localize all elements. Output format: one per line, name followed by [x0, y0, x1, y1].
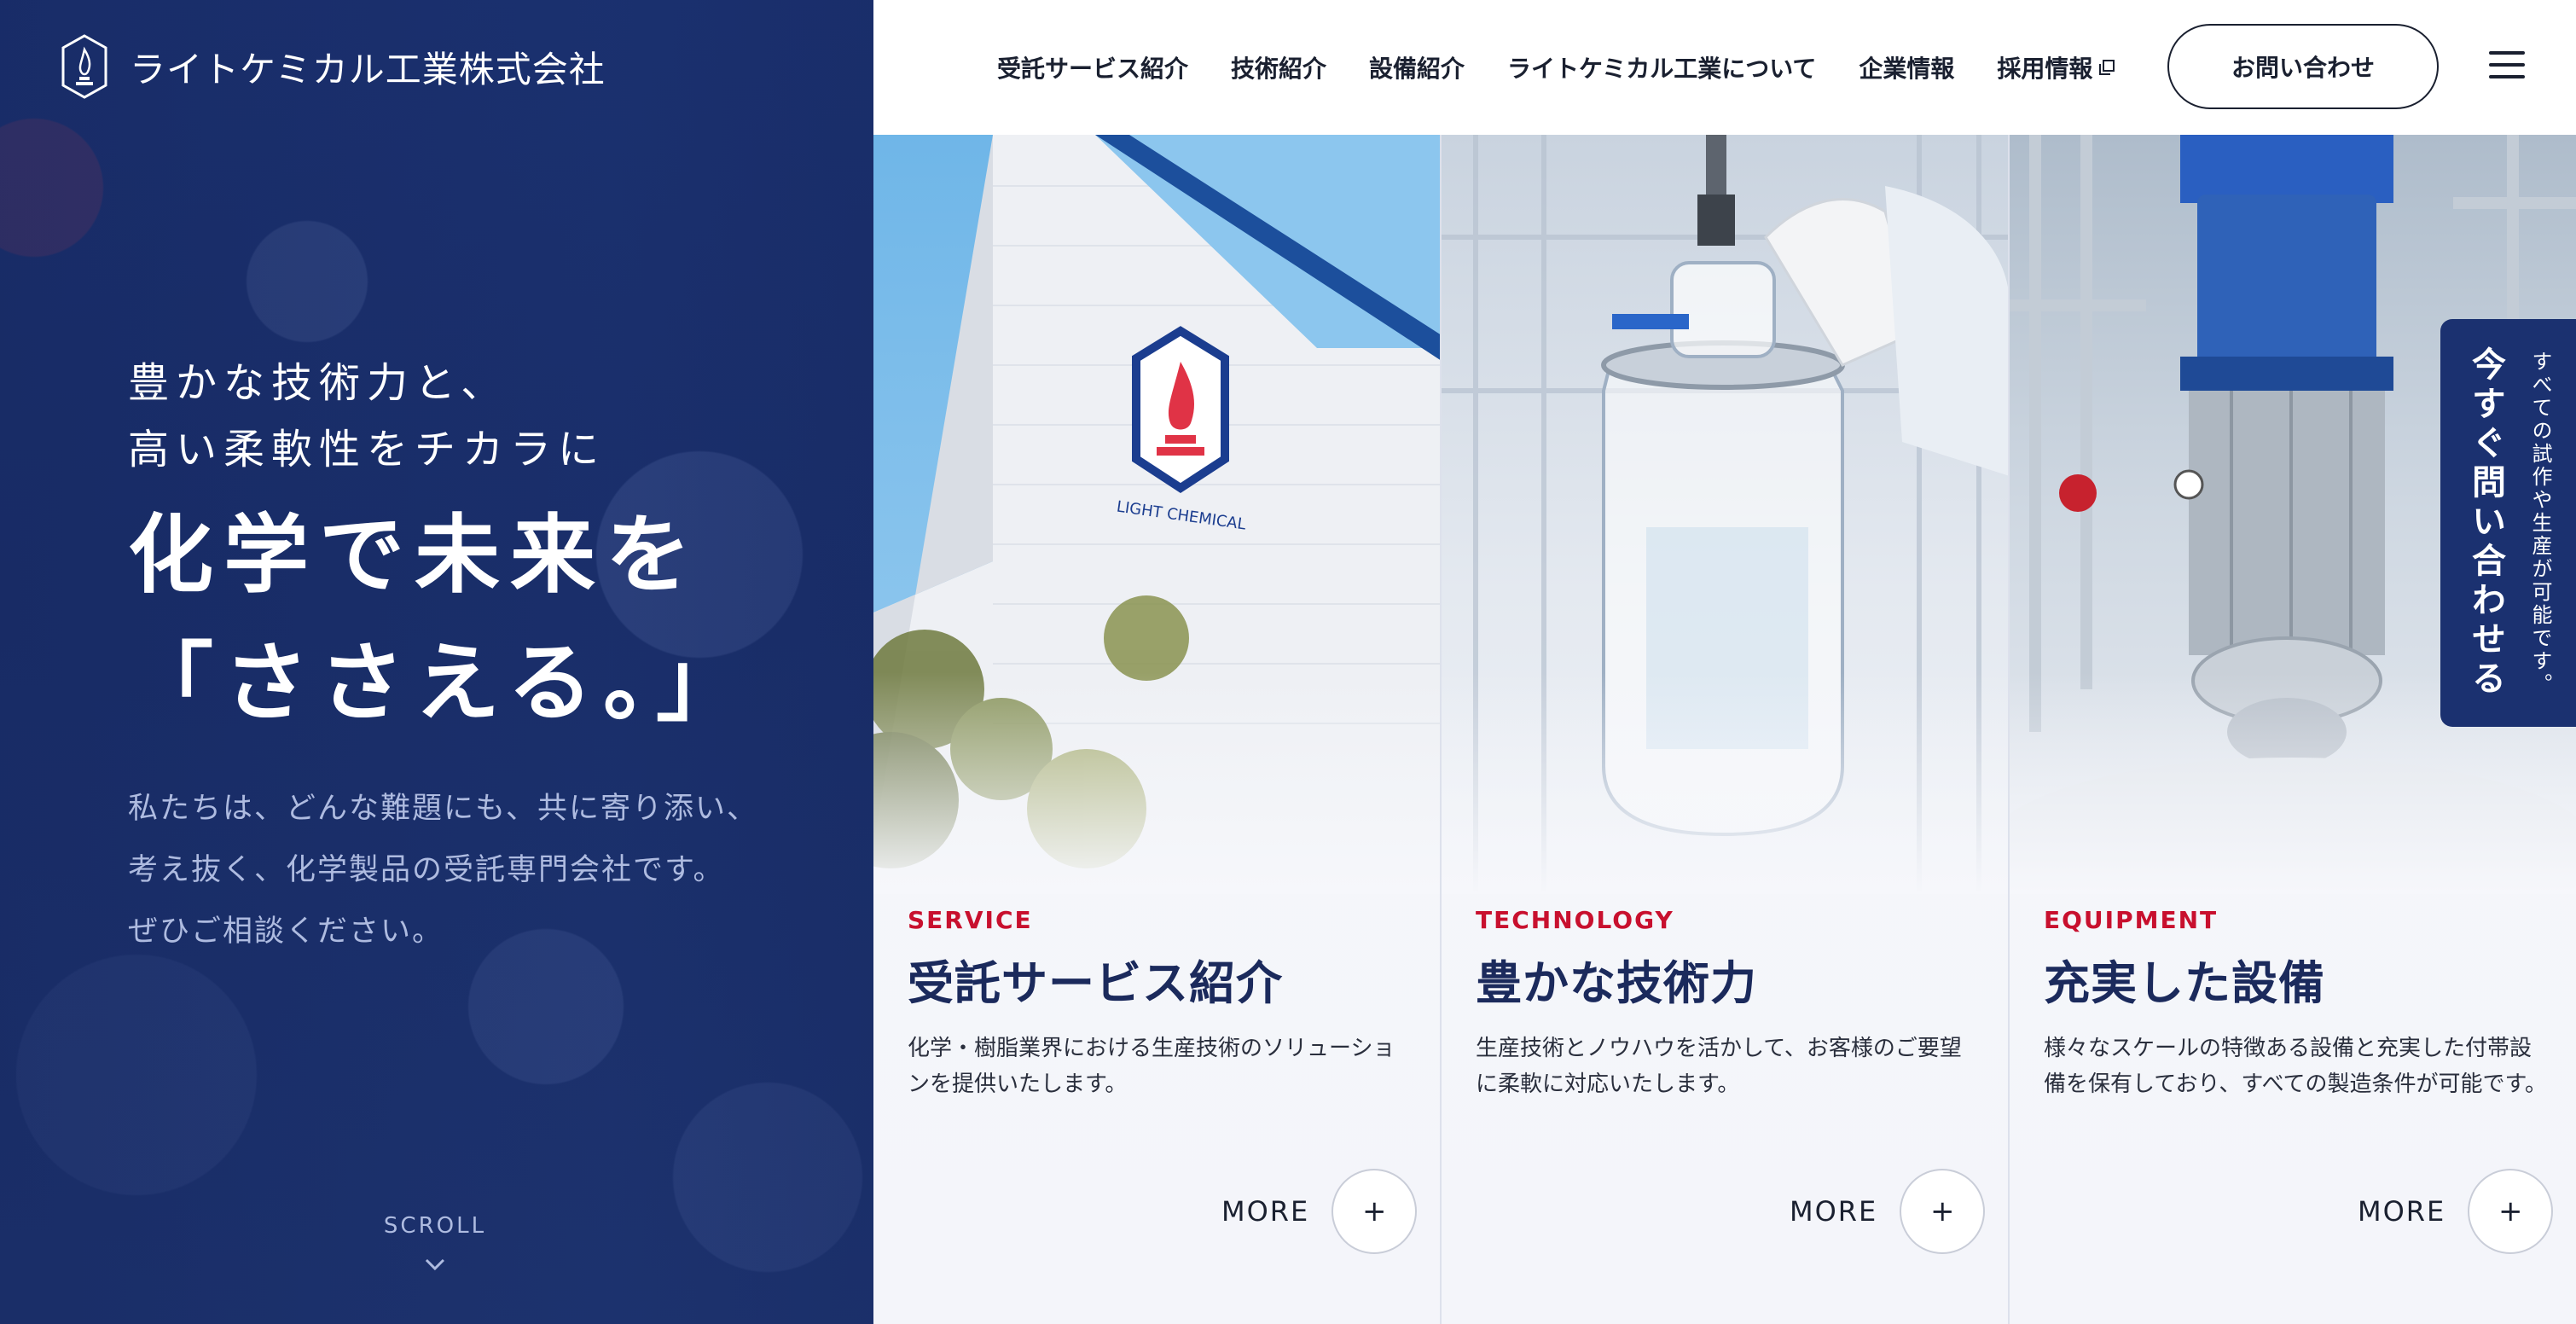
- more-label: MORE: [2358, 1195, 2446, 1228]
- global-nav: 受託サービス紹介 技術紹介 設備紹介 ライトケミカル工業について 企業情報 採用…: [997, 0, 2115, 135]
- more-link[interactable]: MORE +: [1790, 1169, 1986, 1254]
- external-link-icon: [2099, 60, 2115, 75]
- nav-item-recruit-label: 採用情報: [1997, 55, 2093, 83]
- card-category: SERVICE: [908, 906, 1033, 934]
- nav-item-company[interactable]: 企業情報: [1859, 50, 1954, 84]
- card-category: TECHNOLOGY: [1476, 906, 1674, 934]
- scroll-label: SCROLL: [383, 1213, 487, 1239]
- feature-cards: LIGHT CHEMICAL SERVICE 受託サービス紹介 化学・樹脂業界に…: [873, 135, 2576, 1324]
- card-technology[interactable]: TECHNOLOGY 豊かな技術力 生産技術とノウハウを活かして、お客様のご要望…: [1442, 135, 2010, 1324]
- card-description: 様々なスケールの特徴ある設備と充実した付帯設備を保有しており、すべての製造条件が…: [2044, 1036, 2547, 1097]
- more-label: MORE: [1221, 1195, 1310, 1228]
- site-header: 受託サービス紹介 技術紹介 設備紹介 ライトケミカル工業について 企業情報 採用…: [873, 0, 2576, 135]
- nav-item-about[interactable]: ライトケミカル工業について: [1507, 50, 1816, 84]
- card-category: EQUIPMENT: [2044, 906, 2219, 934]
- hamburger-icon[interactable]: [2489, 51, 2525, 80]
- hero-desc-line-2: 考え抜く、化学製品の受託専門会社です。: [128, 853, 725, 887]
- side-cta-main: 今すぐ問い合わせる: [2466, 346, 2505, 700]
- building-photo: LIGHT CHEMICAL: [873, 135, 1440, 894]
- card-title: 充実した設備: [2044, 956, 2325, 1010]
- side-cta-sub: すべての試作や生産が可能です。: [2528, 350, 2552, 696]
- card-equipment[interactable]: EQUIPMENT 充実した設備 様々なスケールの特徴ある設備と充実した付帯設備…: [2010, 135, 2576, 1324]
- card-description: 化学・樹脂業界における生産技術のソリューションを提供いたします。: [908, 1036, 1395, 1097]
- nav-item-equipment[interactable]: 設備紹介: [1369, 50, 1465, 84]
- hero-title-line-1: 化学で未来を: [128, 505, 701, 605]
- nav-item-recruit[interactable]: 採用情報: [1997, 50, 2115, 84]
- chevron-down-icon: [425, 1258, 445, 1271]
- card-title: 受託サービス紹介: [908, 956, 1283, 1010]
- hero-desc-line-3: ぜひご相談ください。: [128, 915, 444, 949]
- hero-lead-line-1: 豊かな技術力と、: [128, 359, 509, 407]
- card-title: 豊かな技術力: [1476, 956, 1757, 1010]
- hero-panel: ライトケミカル工業株式会社 豊かな技術力と、 高い柔軟性をチカラに 化学で未来を…: [0, 0, 873, 1324]
- nav-item-services[interactable]: 受託サービス紹介: [997, 50, 1188, 84]
- hero-title-line-2: 「ささえる。」: [128, 633, 751, 733]
- more-label: MORE: [1790, 1195, 1878, 1228]
- nav-item-technology[interactable]: 技術紹介: [1231, 50, 1326, 84]
- side-contact-tab[interactable]: すべての試作や生産が可能です。 今すぐ問い合わせる: [2440, 319, 2576, 727]
- contact-button[interactable]: お問い合わせ: [2167, 24, 2439, 109]
- lab-photo: [1442, 135, 2008, 894]
- more-link[interactable]: MORE +: [2358, 1169, 2554, 1254]
- card-description: 生産技術とノウハウを活かして、お客様のご要望に柔軟に対応いたします。: [1476, 1036, 1962, 1097]
- hero-copy: 豊かな技術力と、 高い柔軟性をチカラに 化学で未来を 「ささえる。」: [128, 350, 751, 747]
- site-logo[interactable]: ライトケミカル工業株式会社: [61, 34, 606, 99]
- hero-desc-line-1: 私たちは、どんな難題にも、共に寄り添い、: [128, 792, 758, 826]
- scroll-indicator[interactable]: SCROLL: [384, 1213, 486, 1271]
- hero-lead-line-2: 高い柔軟性をチカラに: [128, 426, 606, 473]
- flame-hexagon-logo-icon: [61, 34, 107, 99]
- card-service[interactable]: LIGHT CHEMICAL SERVICE 受託サービス紹介 化学・樹脂業界に…: [873, 135, 1442, 1324]
- plus-icon[interactable]: +: [1332, 1169, 1418, 1254]
- company-name: ライトケミカル工業株式会社: [130, 48, 606, 90]
- plus-icon[interactable]: +: [2468, 1169, 2554, 1254]
- hero-description: 私たちは、どんな難題にも、共に寄り添い、 考え抜く、化学製品の受託専門会社です。…: [128, 778, 758, 962]
- plus-icon[interactable]: +: [1900, 1169, 1986, 1254]
- more-link[interactable]: MORE +: [1221, 1169, 1418, 1254]
